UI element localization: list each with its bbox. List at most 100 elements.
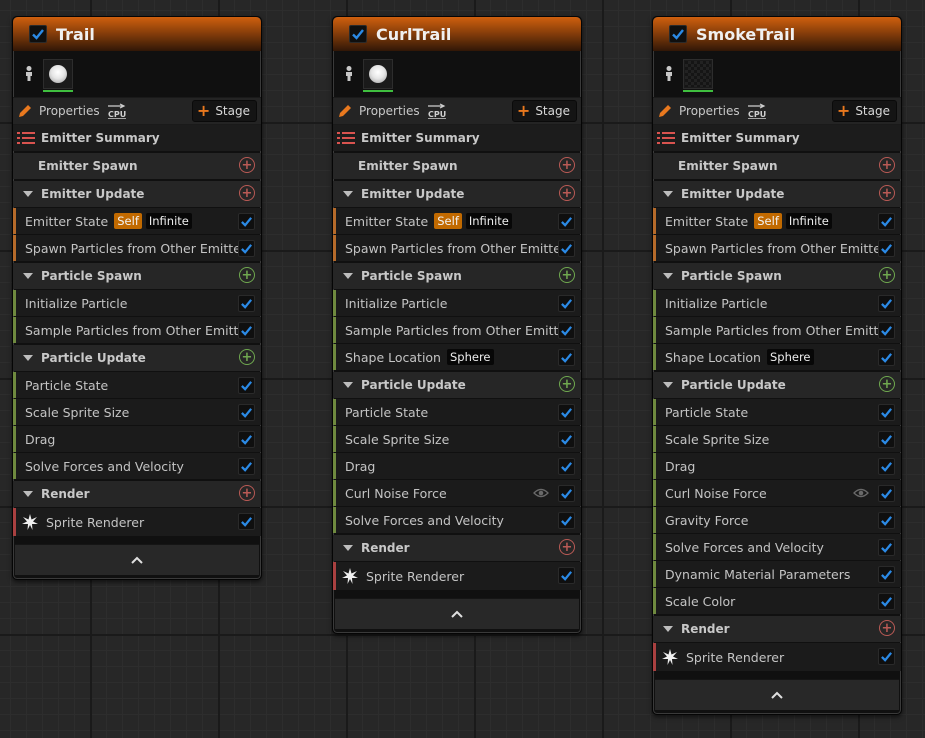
module-drag[interactable]: Drag	[333, 453, 581, 479]
module-checkbox[interactable]	[878, 485, 895, 502]
person-icon[interactable]	[663, 65, 675, 83]
module-checkbox[interactable]	[878, 539, 895, 556]
module-shape-location[interactable]: Shape Location Sphere	[653, 344, 901, 370]
module-drag[interactable]: Drag	[653, 453, 901, 479]
sprite-renderer-row[interactable]: Sprite Renderer	[333, 562, 581, 590]
module-checkbox[interactable]	[878, 322, 895, 339]
circle-plus-icon[interactable]: +	[879, 157, 895, 173]
module-initialize-particle[interactable]: Initialize Particle	[333, 290, 581, 316]
material-thumbnail[interactable]	[683, 59, 713, 92]
circle-plus-icon[interactable]: +	[239, 185, 255, 201]
module-initialize-particle[interactable]: Initialize Particle	[653, 290, 901, 316]
module-particle-state[interactable]: Particle State	[13, 372, 261, 398]
section-particle-spawn[interactable]: Particle Spawn +	[333, 263, 581, 289]
emitter-header[interactable]: CurlTrail	[333, 17, 581, 51]
module-checkbox[interactable]	[238, 458, 255, 475]
module-emitter-state[interactable]: Emitter State Self Infinite	[333, 208, 581, 234]
chevron-down-icon[interactable]	[23, 273, 33, 279]
person-icon[interactable]	[343, 65, 355, 83]
emitter-summary-row[interactable]: Emitter Summary	[13, 125, 261, 151]
module-shape-location[interactable]: Shape Location Sphere	[333, 344, 581, 370]
module-checkbox[interactable]	[878, 295, 895, 312]
section-particle-update[interactable]: Particle Update +	[13, 345, 261, 371]
section-emitter-spawn[interactable]: Emitter Spawn +	[653, 153, 901, 179]
module-checkbox[interactable]	[238, 295, 255, 312]
module-checkbox[interactable]	[558, 295, 575, 312]
material-thumbnail[interactable]	[363, 59, 393, 92]
module-checkbox[interactable]	[238, 322, 255, 339]
section-emitter-update[interactable]: Emitter Update +	[333, 181, 581, 207]
module-sample-particles-from-other-emitter[interactable]: Sample Particles from Other Emitter	[333, 317, 581, 343]
module-checkbox[interactable]	[878, 240, 895, 257]
module-checkbox[interactable]	[878, 431, 895, 448]
module-checkbox[interactable]	[878, 349, 895, 366]
add-stage-button[interactable]: + Stage	[191, 100, 257, 122]
emitter-node-trail[interactable]: Trail Properties CPU + Stage Emitter Sum…	[12, 16, 262, 580]
module-emitter-state[interactable]: Emitter State Self Infinite	[653, 208, 901, 234]
enable-checkbox[interactable]	[29, 25, 47, 43]
module-checkbox[interactable]	[878, 213, 895, 230]
emitter-summary-row[interactable]: Emitter Summary	[333, 125, 581, 151]
module-spawn-particles-from-other-emitter[interactable]: Spawn Particles from Other Emitter	[333, 235, 581, 261]
collapse-button[interactable]	[335, 598, 579, 629]
emitter-header[interactable]: SmokeTrail	[653, 17, 901, 51]
module-checkbox[interactable]	[558, 485, 575, 502]
emitter-node-smoketrail[interactable]: SmokeTrail Properties CPU + Stage Emitte…	[652, 16, 902, 715]
section-particle-spawn[interactable]: Particle Spawn +	[13, 263, 261, 289]
module-checkbox[interactable]	[238, 513, 255, 530]
module-curl-noise-force[interactable]: Curl Noise Force	[333, 480, 581, 506]
module-checkbox[interactable]	[558, 349, 575, 366]
person-icon[interactable]	[23, 65, 35, 83]
module-checkbox[interactable]	[238, 240, 255, 257]
properties-row[interactable]: Properties CPU + Stage	[333, 97, 581, 125]
section-emitter-update[interactable]: Emitter Update +	[653, 181, 901, 207]
module-scale-sprite-size[interactable]: Scale Sprite Size	[13, 399, 261, 425]
emitter-node-curltrail[interactable]: CurlTrail Properties CPU + Stage Emitter…	[332, 16, 582, 634]
circle-plus-icon[interactable]: +	[879, 267, 895, 283]
module-scale-sprite-size[interactable]: Scale Sprite Size	[333, 426, 581, 452]
circle-plus-icon[interactable]: +	[559, 157, 575, 173]
circle-plus-icon[interactable]: +	[239, 349, 255, 365]
module-checkbox[interactable]	[558, 458, 575, 475]
module-particle-state[interactable]: Particle State	[333, 399, 581, 425]
module-checkbox[interactable]	[558, 567, 575, 584]
module-checkbox[interactable]	[878, 458, 895, 475]
circle-plus-icon[interactable]: +	[239, 267, 255, 283]
module-sample-particles-from-other-emitter[interactable]: Sample Particles from Other Emitter	[13, 317, 261, 343]
chevron-down-icon[interactable]	[663, 382, 673, 388]
module-checkbox[interactable]	[238, 404, 255, 421]
module-checkbox[interactable]	[558, 213, 575, 230]
module-checkbox[interactable]	[878, 566, 895, 583]
emitter-summary-row[interactable]: Emitter Summary	[653, 125, 901, 151]
section-render[interactable]: Render +	[333, 535, 581, 561]
section-particle-spawn[interactable]: Particle Spawn +	[653, 263, 901, 289]
module-checkbox[interactable]	[878, 648, 895, 665]
chevron-down-icon[interactable]	[663, 626, 673, 632]
module-initialize-particle[interactable]: Initialize Particle	[13, 290, 261, 316]
add-stage-button[interactable]: + Stage	[831, 100, 897, 122]
enable-checkbox[interactable]	[349, 25, 367, 43]
module-sample-particles-from-other-emitter[interactable]: Sample Particles from Other Emitter	[653, 317, 901, 343]
module-checkbox[interactable]	[558, 512, 575, 529]
module-emitter-state[interactable]: Emitter State Self Infinite	[13, 208, 261, 234]
module-checkbox[interactable]	[558, 240, 575, 257]
section-particle-update[interactable]: Particle Update +	[333, 372, 581, 398]
module-solve-forces-and-velocity[interactable]: Solve Forces and Velocity	[13, 453, 261, 479]
module-dynamic-material-parameters[interactable]: Dynamic Material Parameters	[653, 561, 901, 587]
section-emitter-spawn[interactable]: Emitter Spawn +	[13, 153, 261, 179]
module-gravity-force[interactable]: Gravity Force	[653, 507, 901, 533]
chevron-down-icon[interactable]	[343, 545, 353, 551]
section-render[interactable]: Render +	[13, 481, 261, 507]
chevron-down-icon[interactable]	[343, 191, 353, 197]
circle-plus-icon[interactable]: +	[559, 376, 575, 392]
circle-plus-icon[interactable]: +	[559, 539, 575, 555]
circle-plus-icon[interactable]: +	[879, 376, 895, 392]
module-checkbox[interactable]	[238, 377, 255, 394]
module-checkbox[interactable]	[878, 593, 895, 610]
section-particle-update[interactable]: Particle Update +	[653, 372, 901, 398]
module-drag[interactable]: Drag	[13, 426, 261, 452]
add-stage-button[interactable]: + Stage	[511, 100, 577, 122]
chevron-down-icon[interactable]	[663, 191, 673, 197]
module-spawn-particles-from-other-emitter[interactable]: Spawn Particles from Other Emitter	[653, 235, 901, 261]
circle-plus-icon[interactable]: +	[879, 185, 895, 201]
